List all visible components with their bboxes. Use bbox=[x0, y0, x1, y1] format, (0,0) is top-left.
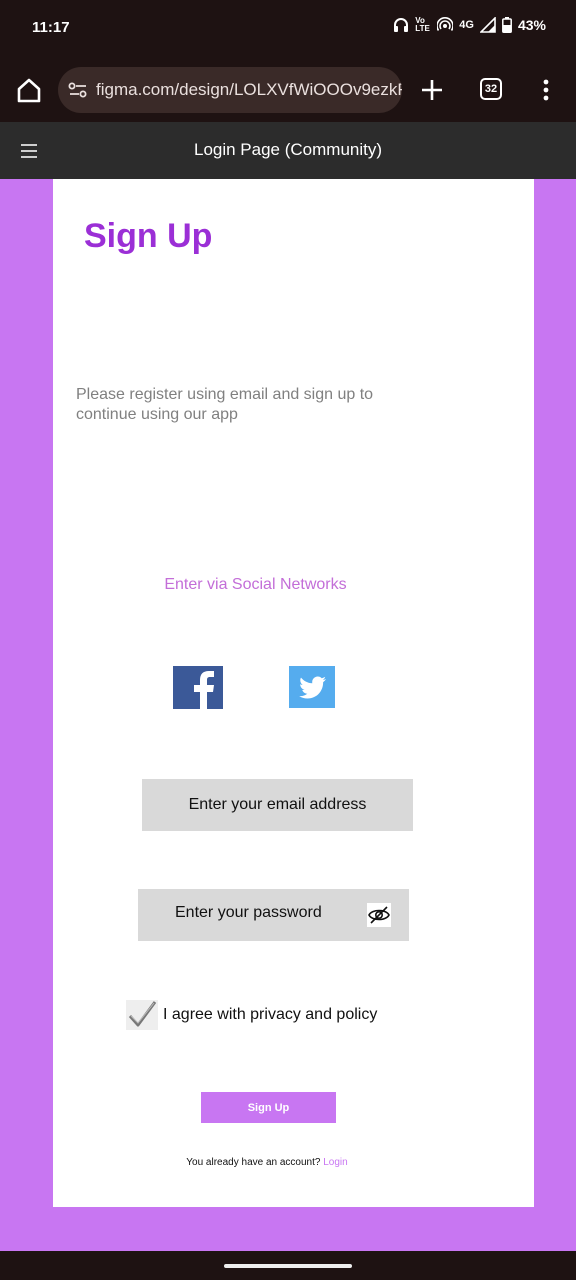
volte-icon: Vo LTE bbox=[415, 16, 430, 33]
battery-percent: 43% bbox=[517, 17, 546, 33]
more-options-icon[interactable] bbox=[536, 78, 556, 102]
network-type: 4G bbox=[459, 19, 474, 31]
password-placeholder: Enter your password bbox=[175, 904, 322, 921]
design-canvas: Sign Up Please register using email and … bbox=[0, 179, 576, 1251]
battery-icon bbox=[502, 17, 512, 33]
address-bar[interactable]: figma.com/design/LOLXVfWiOOOv9ezkFz bbox=[58, 67, 402, 113]
agree-row: I agree with privacy and policy bbox=[126, 999, 377, 1031]
status-time: 11:17 bbox=[32, 19, 70, 36]
signup-button[interactable]: Sign Up bbox=[201, 1092, 336, 1123]
signal-icon bbox=[479, 17, 496, 33]
figma-header: Login Page (Community) bbox=[0, 122, 576, 179]
checkmark-icon bbox=[128, 1001, 157, 1027]
status-icons: Vo LTE 4G 43% bbox=[393, 17, 546, 33]
new-tab-icon[interactable] bbox=[418, 76, 446, 104]
password-field[interactable]: Enter your password bbox=[138, 889, 409, 941]
page-subtitle: Please register using email and sign up … bbox=[76, 386, 374, 423]
login-link[interactable]: Login bbox=[323, 1157, 347, 1168]
social-networks-label: Enter via Social Networks bbox=[164, 576, 347, 593]
url-text: figma.com/design/LOLXVfWiOOOv9ezkFz bbox=[96, 80, 402, 99]
page-title: Sign Up bbox=[84, 217, 213, 255]
browser-toolbar: figma.com/design/LOLXVfWiOOOv9ezkFz 32 bbox=[0, 56, 576, 122]
status-bar: 11:17 Vo LTE 4G 43% bbox=[0, 0, 576, 56]
have-account-text: You already have an account? bbox=[186, 1157, 321, 1168]
agree-label: I agree with privacy and policy bbox=[163, 1006, 378, 1023]
home-gesture-handle[interactable] bbox=[224, 1264, 352, 1268]
headphones-icon bbox=[394, 18, 409, 32]
login-prompt: You already have an account? Login bbox=[53, 1157, 481, 1168]
home-icon[interactable] bbox=[14, 75, 44, 105]
agree-checkbox[interactable] bbox=[126, 1000, 158, 1030]
email-field[interactable]: Enter your email address bbox=[142, 779, 413, 831]
facebook-icon[interactable] bbox=[173, 666, 223, 709]
tab-switcher-button[interactable]: 32 bbox=[480, 78, 502, 100]
file-title: Login Page (Community) bbox=[193, 140, 383, 159]
twitter-icon[interactable] bbox=[289, 666, 335, 708]
navigation-bar bbox=[0, 1251, 576, 1280]
hotspot-icon bbox=[437, 17, 454, 31]
signup-frame: Sign Up Please register using email and … bbox=[53, 179, 534, 1207]
site-settings-icon[interactable] bbox=[66, 78, 90, 102]
eye-hidden-icon[interactable] bbox=[367, 903, 391, 927]
